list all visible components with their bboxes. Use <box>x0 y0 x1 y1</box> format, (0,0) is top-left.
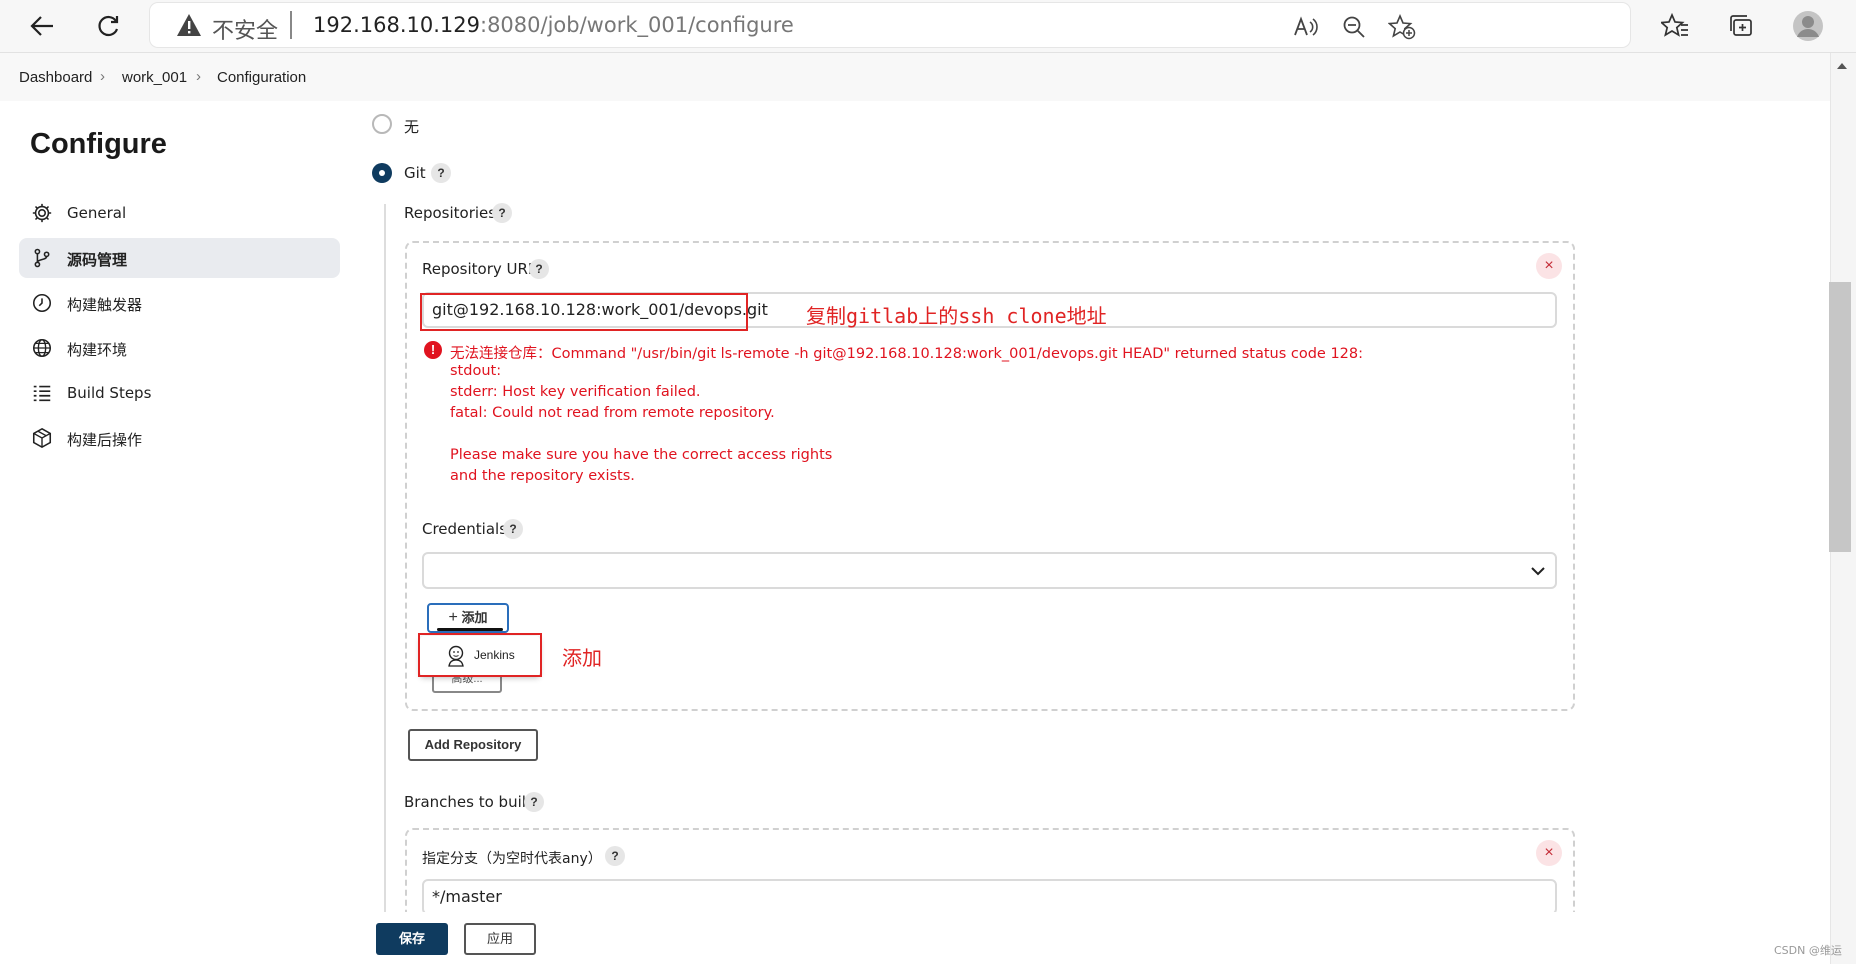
breadcrumb-configuration: Configuration <box>217 69 307 86</box>
browser-toolbar: 不安全 192.168.10.129:8080/job/work_001/con… <box>0 0 1856 53</box>
repositories-label: Repositories <box>404 204 497 222</box>
star-plus-icon <box>1388 14 1416 40</box>
remove-repository-button[interactable]: × <box>1536 253 1562 279</box>
help-icon[interactable]: ? <box>503 519 523 539</box>
error-message-line: Please make sure you have the correct ac… <box>450 447 833 463</box>
repository-url-label: Repository URL <box>422 260 537 278</box>
warning-icon <box>177 14 201 36</box>
breadcrumb-job[interactable]: work_001 <box>122 69 187 86</box>
scm-option-git-label: Git <box>404 164 426 182</box>
credentials-select[interactable] <box>422 552 1557 589</box>
watermark: CSDN @维运 <box>1774 944 1842 957</box>
favorites-button[interactable] <box>1657 8 1693 44</box>
scroll-up-icon[interactable] <box>1836 62 1848 70</box>
help-icon[interactable]: ? <box>431 163 451 183</box>
branch-specifier-label: 指定分支（为空时代表any） <box>422 851 602 867</box>
scm-radio-git[interactable] <box>372 163 392 183</box>
sidebar-item-label: Build Steps <box>67 384 152 402</box>
breadcrumb-dashboard[interactable]: Dashboard <box>19 69 92 86</box>
branch-specifier-input[interactable]: */master <box>422 879 1557 915</box>
sidebar-item-build-environment[interactable]: 构建环境 <box>19 328 340 368</box>
error-message-line: fatal: Could not read from remote reposi… <box>450 405 775 421</box>
read-aloud-icon <box>1294 16 1318 36</box>
annotation-add-text: 添加 <box>562 646 602 670</box>
address-separator <box>290 11 292 39</box>
sidebar-item-general[interactable]: General <box>19 193 340 233</box>
sidebar-item-label: 构建触发器 <box>67 296 143 314</box>
remove-branch-button[interactable]: × <box>1536 840 1562 866</box>
error-message-line: 无法连接仓库：Command "/usr/bin/git ls-remote -… <box>450 346 1364 362</box>
gear-icon <box>32 203 52 223</box>
refresh-icon <box>98 15 119 37</box>
error-icon: ! <box>424 341 442 359</box>
list-icon <box>33 385 51 402</box>
credentials-label: Credentials <box>422 520 508 538</box>
url-host: 192.168.10.129 <box>313 13 480 37</box>
help-icon[interactable]: ? <box>605 846 625 866</box>
insecure-label: 不安全 <box>212 19 279 44</box>
help-icon[interactable]: ? <box>529 259 549 279</box>
globe-icon <box>32 338 52 358</box>
collections-icon <box>1730 15 1752 36</box>
save-button[interactable]: 保存 <box>376 923 448 955</box>
error-message-line: stdout: <box>450 363 502 379</box>
error-message-line: and the repository exists. <box>450 468 635 484</box>
scrollbar-thumb[interactable] <box>1829 282 1851 552</box>
zoom-button[interactable] <box>1338 11 1370 43</box>
sidebar-item-label: 构建环境 <box>67 341 128 359</box>
package-icon <box>32 427 52 449</box>
profile-button[interactable] <box>1790 8 1826 44</box>
add-credentials-label: 添加 <box>461 610 488 625</box>
back-button[interactable] <box>24 8 60 44</box>
annotation-url-text: 复制gitlab上的ssh clone地址 <box>806 304 1107 328</box>
chevron-down-icon <box>1531 567 1545 576</box>
help-icon[interactable]: ? <box>524 792 544 812</box>
zoom-out-icon <box>1343 16 1365 38</box>
sidebar-item-post-build[interactable]: 构建后操作 <box>19 418 340 458</box>
read-aloud-button[interactable] <box>1290 11 1322 43</box>
chevron-right-icon: › <box>100 68 105 85</box>
sidebar-item-label: General <box>67 204 127 222</box>
help-icon[interactable]: ? <box>492 203 512 223</box>
address-bar[interactable]: 不安全 192.168.10.129:8080/job/work_001/con… <box>150 3 1630 47</box>
git-branch-icon <box>34 248 50 268</box>
sidebar-item-scm[interactable]: 源码管理 <box>19 238 340 278</box>
page-title: Configure <box>30 128 167 160</box>
section-divider <box>384 204 386 914</box>
annotation-add-highlight <box>418 633 542 677</box>
url-path: :8080/job/work_001/configure <box>480 13 794 37</box>
apply-button[interactable]: 应用 <box>464 923 536 955</box>
plus-icon: + <box>448 609 458 626</box>
chevron-right-icon: › <box>196 68 201 85</box>
url-text: 192.168.10.129:8080/job/work_001/configu… <box>313 13 794 37</box>
error-message-line: stderr: Host key verification failed. <box>450 384 701 400</box>
scm-option-none-label: 无 <box>404 118 420 136</box>
favorites-icon <box>1661 13 1688 37</box>
avatar-icon <box>1793 11 1823 41</box>
branches-label: Branches to build <box>404 793 536 811</box>
bottom-action-bar: 保存 应用 <box>0 912 1830 964</box>
clock-icon <box>32 293 52 313</box>
annotation-url-highlight <box>420 293 748 331</box>
add-favorite-button[interactable] <box>1386 11 1418 43</box>
refresh-button[interactable] <box>90 8 126 44</box>
collections-button[interactable] <box>1723 8 1759 44</box>
arrow-left-icon <box>30 16 53 36</box>
sidebar-item-label: 构建后操作 <box>67 431 143 449</box>
breadcrumb: Dashboard › work_001 › Configuration <box>0 53 1830 101</box>
sidebar-item-build-steps[interactable]: Build Steps <box>19 373 340 413</box>
sidebar-item-build-triggers[interactable]: 构建触发器 <box>19 283 340 323</box>
add-repository-button[interactable]: Add Repository <box>408 729 538 761</box>
add-button-underline <box>437 628 503 631</box>
sidebar-item-label: 源码管理 <box>67 251 128 269</box>
scm-radio-none[interactable] <box>372 114 392 134</box>
